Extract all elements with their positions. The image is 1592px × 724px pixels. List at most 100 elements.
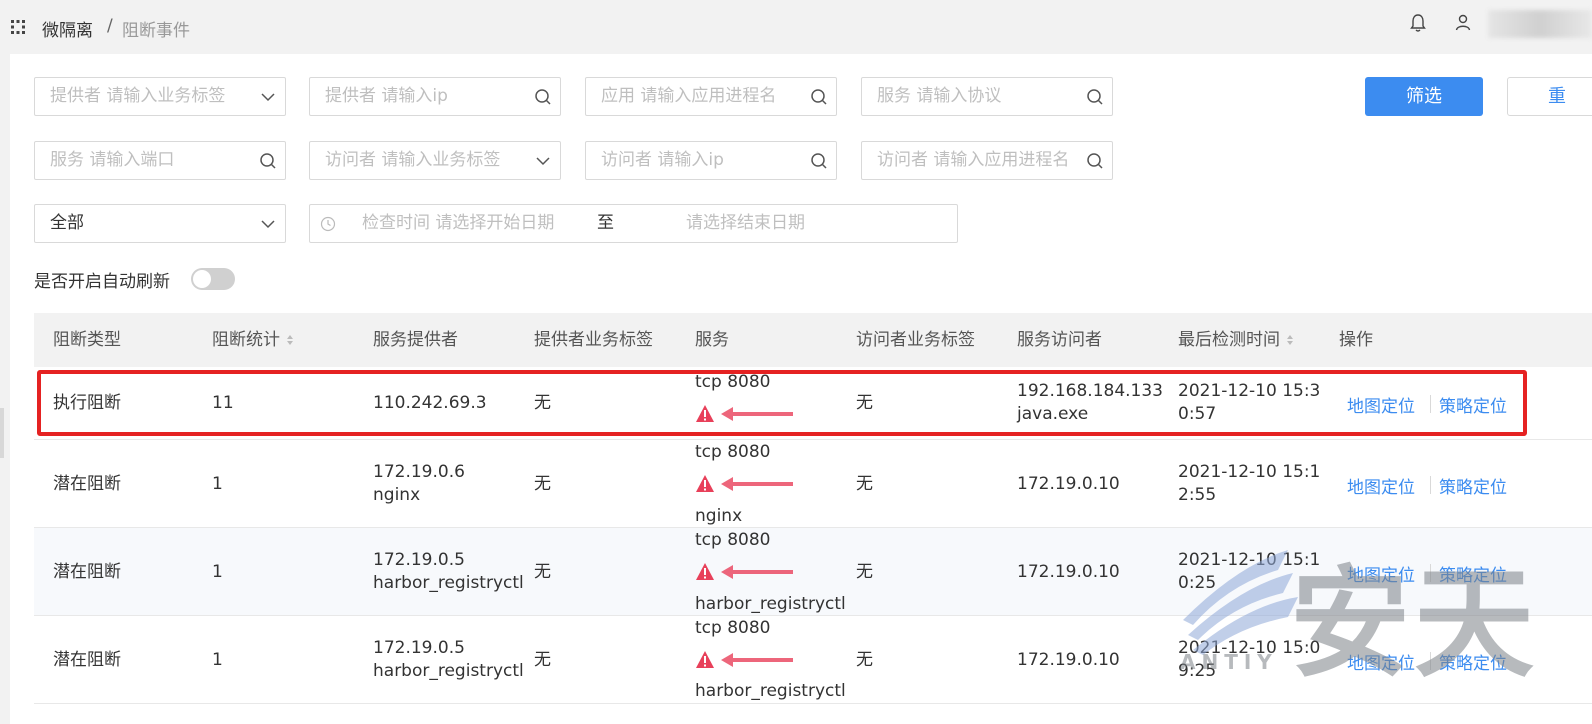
cell-provider-tag: 无 xyxy=(534,393,551,413)
table-row: 潜在阻断 1 172.19.0.6 nginx 无 tcp 8080 nginx… xyxy=(34,440,1592,528)
filter-button[interactable]: 筛选 xyxy=(1365,77,1483,116)
app-process-placeholder: 应用 请输入应用进程名 xyxy=(601,86,777,106)
cell-service: tcp 8080 xyxy=(695,372,771,392)
cell-block-type: 潜在阻断 xyxy=(53,474,121,494)
cell-visitor-tag: 无 xyxy=(856,562,873,582)
header-provider-tag: 提供者业务标签 xyxy=(534,330,653,350)
table-header: 阻断类型 阻断统计 服务提供者 提供者业务标签 服务 访问者业务标签 服务访问者… xyxy=(34,313,1592,367)
cell-time-line1: 2021-12-10 15:1 xyxy=(1178,462,1321,482)
policy-locate-link[interactable]: 策略定位 xyxy=(1439,473,1507,498)
cell-visitor-name: java.exe xyxy=(1017,404,1089,424)
chevron-down-icon xyxy=(261,220,275,229)
left-scroll-edge xyxy=(0,408,4,458)
block-type-value: 全部 xyxy=(50,213,84,233)
action-divider xyxy=(1430,476,1431,494)
table-row: 潜在阻断 1 172.19.0.5 harbor_registryctl 无 t… xyxy=(34,528,1592,616)
sort-icon[interactable] xyxy=(1286,334,1294,346)
cell-provider-tag: 无 xyxy=(534,562,551,582)
search-icon[interactable] xyxy=(810,152,828,170)
cell-provider-name: nginx xyxy=(373,485,421,505)
search-icon[interactable] xyxy=(259,152,277,170)
policy-locate-link[interactable]: 策略定位 xyxy=(1439,649,1507,674)
policy-locate-link[interactable]: 策略定位 xyxy=(1439,392,1507,417)
visitor-process-placeholder: 访问者 请输入应用进程名 xyxy=(877,150,1070,170)
chevron-down-icon xyxy=(261,93,275,102)
map-locate-link[interactable]: 地图定位 xyxy=(1347,561,1415,586)
provider-ip-placeholder: 提供者 请输入ip xyxy=(325,86,448,106)
cell-visitor-ip: 192.168.184.133 xyxy=(1017,381,1164,401)
cell-visitor-ip: 172.19.0.10 xyxy=(1017,650,1120,670)
block-type-select[interactable]: 全部 xyxy=(34,204,286,243)
app-process-input[interactable]: 应用 请输入应用进程名 xyxy=(585,77,837,116)
cell-time-line2: 2:55 xyxy=(1178,485,1217,505)
search-icon[interactable] xyxy=(1086,88,1104,106)
cell-service-name: nginx xyxy=(695,506,743,526)
user-icon[interactable] xyxy=(1454,13,1472,33)
provider-tag-select[interactable]: 提供者 请输入业务标签 xyxy=(34,77,286,116)
breadcrumb-separator: / xyxy=(107,16,113,36)
clock-icon xyxy=(320,216,336,232)
cell-provider-name: harbor_registryctl xyxy=(373,573,524,593)
header-last-time-label: 最后检测时间 xyxy=(1178,330,1280,350)
service-protocol-input[interactable]: 服务 请输入协议 xyxy=(861,77,1113,116)
header-provider: 服务提供者 xyxy=(373,330,458,350)
cell-provider-ip: 172.19.0.5 xyxy=(373,550,465,570)
cell-time-line1: 2021-12-10 15:3 xyxy=(1178,381,1321,401)
breadcrumb-current: 阻断事件 xyxy=(122,21,190,41)
date-start-placeholder[interactable]: 检查时间 请选择开始日期 xyxy=(362,205,554,242)
warning-arrow-icon xyxy=(696,405,793,422)
visitor-process-input[interactable]: 访问者 请输入应用进程名 xyxy=(861,141,1113,180)
map-locate-link[interactable]: 地图定位 xyxy=(1347,392,1415,417)
header-block-type: 阻断类型 xyxy=(53,330,121,350)
action-divider xyxy=(1430,395,1431,413)
cell-provider-tag: 无 xyxy=(534,650,551,670)
cell-block-count: 1 xyxy=(212,650,223,670)
breadcrumb-root[interactable]: 微隔离 xyxy=(42,16,93,41)
cell-visitor-ip: 172.19.0.10 xyxy=(1017,562,1120,582)
cell-block-count: 11 xyxy=(212,393,234,413)
cell-time-line2: 0:57 xyxy=(1178,404,1217,424)
cell-time-line2: 9:25 xyxy=(1178,661,1217,681)
provider-tag-placeholder: 提供者 请输入业务标签 xyxy=(50,86,226,106)
reset-button[interactable]: 重 xyxy=(1507,77,1592,116)
date-range-picker[interactable]: 检查时间 请选择开始日期 至 请选择结束日期 xyxy=(309,204,958,243)
date-range-separator: 至 xyxy=(597,213,614,233)
map-locate-link[interactable]: 地图定位 xyxy=(1347,473,1415,498)
sort-icon[interactable] xyxy=(286,334,294,346)
service-port-input[interactable]: 服务 请输入端口 xyxy=(34,141,286,180)
provider-ip-input[interactable]: 提供者 请输入ip xyxy=(309,77,561,116)
service-protocol-placeholder: 服务 请输入协议 xyxy=(877,86,1002,106)
cell-block-type: 潜在阻断 xyxy=(53,562,121,582)
auto-refresh-toggle[interactable] xyxy=(191,268,235,290)
apps-grid-icon[interactable] xyxy=(10,19,26,35)
cell-visitor-tag: 无 xyxy=(856,474,873,494)
action-divider xyxy=(1430,652,1431,670)
cell-visitor-ip: 172.19.0.10 xyxy=(1017,474,1120,494)
header-actions: 操作 xyxy=(1339,330,1373,350)
cell-provider-name: harbor_registryctl xyxy=(373,661,524,681)
map-locate-link[interactable]: 地图定位 xyxy=(1347,649,1415,674)
header-block-count[interactable]: 阻断统计 xyxy=(212,313,294,367)
visitor-tag-select[interactable]: 访问者 请输入业务标签 xyxy=(309,141,561,180)
search-icon[interactable] xyxy=(810,88,828,106)
cell-provider-tag: 无 xyxy=(534,474,551,494)
visitor-tag-placeholder: 访问者 请输入业务标签 xyxy=(325,150,501,170)
search-icon[interactable] xyxy=(1086,152,1104,170)
header-block-count-label: 阻断统计 xyxy=(212,330,280,350)
visitor-ip-input[interactable]: 访问者 请输入ip xyxy=(585,141,837,180)
header-visitor-tag: 访问者业务标签 xyxy=(856,330,975,350)
cell-block-count: 1 xyxy=(212,474,223,494)
username-blurred[interactable] xyxy=(1488,10,1592,38)
policy-locate-link[interactable]: 策略定位 xyxy=(1439,561,1507,586)
cell-service-name: harbor_registryctl xyxy=(695,594,846,614)
action-divider xyxy=(1430,564,1431,582)
warning-arrow-icon xyxy=(696,475,793,492)
cell-visitor-tag: 无 xyxy=(856,393,873,413)
cell-time-line1: 2021-12-10 15:1 xyxy=(1178,550,1321,570)
table-row: 执行阻断 11 110.242.69.3 无 tcp 8080 无 192.16… xyxy=(34,367,1592,440)
date-end-placeholder[interactable]: 请选择结束日期 xyxy=(686,205,805,242)
bell-icon[interactable] xyxy=(1409,13,1427,33)
header-last-time[interactable]: 最后检测时间 xyxy=(1178,313,1294,367)
search-icon[interactable] xyxy=(534,88,552,106)
cell-visitor-tag: 无 xyxy=(856,650,873,670)
